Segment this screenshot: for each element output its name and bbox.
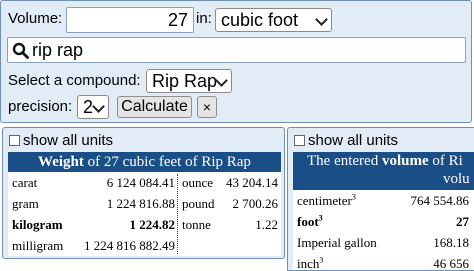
volume-title-bold: volume xyxy=(381,153,429,169)
unit-name: inch xyxy=(297,256,320,271)
unit-value: 168.18 xyxy=(433,235,469,250)
unit-name: centimeter xyxy=(297,193,352,208)
unit-value: 1.22 xyxy=(255,217,278,232)
unit-exponent: 3 xyxy=(319,255,324,265)
compound-select-value: Rip Rap xyxy=(152,71,218,91)
chevron-down-icon xyxy=(92,100,105,113)
table-row: pound 2 700.26 xyxy=(178,193,281,215)
volume-label: Volume: xyxy=(8,10,63,27)
table-row: centimeter3 764 554.86 xyxy=(293,190,474,212)
weight-title-bold: Weight xyxy=(38,154,84,170)
unit-value: 43 204.14 xyxy=(226,175,278,190)
unit-name: ounce xyxy=(182,175,214,190)
unit-select[interactable]: cubic foot xyxy=(215,8,332,32)
compound-select[interactable]: Rip Rap xyxy=(146,69,232,93)
unit-name: milligram xyxy=(12,238,64,253)
in-label: in: xyxy=(196,10,212,27)
precision-label: precision: xyxy=(8,98,73,115)
calculate-button[interactable]: Calculate xyxy=(117,96,192,118)
volume-input[interactable]: 27 xyxy=(66,7,194,33)
compound-label: Select a compound: xyxy=(8,72,141,89)
weight-results-panel: show all units Weight of 27 cubic feet o… xyxy=(2,127,285,259)
unit-value: 2 700.26 xyxy=(232,196,279,211)
table-row: milligram 1 224 816 882.49 xyxy=(8,235,281,257)
unit-name: pound xyxy=(182,196,215,211)
volume-title-line2: volu xyxy=(443,171,470,187)
show-all-units-label: show all units xyxy=(23,132,114,149)
unit-select-value: cubic foot xyxy=(221,10,299,30)
unit-name: foot xyxy=(297,214,319,229)
unit-name: gram xyxy=(12,196,39,211)
show-all-units-volume[interactable]: show all units xyxy=(294,132,398,150)
unit-name: kilogram xyxy=(12,217,63,232)
calculator-form: Volume: 27 in: cubic foot rip rap Select… xyxy=(0,0,472,123)
table-row: tonne 1.22 xyxy=(178,214,281,236)
unit-value: 1 224 816.88 xyxy=(106,196,175,211)
table-row: foot3 27 xyxy=(293,211,474,233)
precision-select-value: 2 xyxy=(83,97,94,117)
precision-select[interactable]: 2 xyxy=(77,95,109,119)
table-row: inch3 46 656 xyxy=(293,253,474,271)
volume-results-panel: show all units The entered volume of Ri … xyxy=(287,127,474,271)
volume-title-pre: The entered xyxy=(307,153,382,169)
show-all-units-checkbox[interactable] xyxy=(9,135,20,146)
table-row: Imperial gallon 168.18 xyxy=(293,232,474,254)
unit-name: tonne xyxy=(182,217,211,232)
unit-value: 1 224.82 xyxy=(129,217,176,232)
clear-button[interactable]: × xyxy=(197,96,217,118)
unit-name: carat xyxy=(12,175,38,190)
weight-title-rest: of 27 cubic feet of Rip Rap xyxy=(83,154,251,170)
unit-exponent: 3 xyxy=(351,192,356,202)
volume-table-title: The entered volume of Ri volu xyxy=(293,152,474,190)
unit-value: 46 656 xyxy=(433,256,469,271)
unit-value: 1 224 816 882.49 xyxy=(84,238,175,253)
unit-name: Imperial gallon xyxy=(297,235,377,250)
search-icon xyxy=(12,42,29,59)
search-input[interactable]: rip rap xyxy=(7,37,466,63)
show-all-units-weight[interactable]: show all units xyxy=(9,132,113,150)
weight-table-title: Weight of 27 cubic feet of Rip Rap xyxy=(8,152,281,172)
weight-table: carat 6 124 084.41 gram 1 224 816.88 kil… xyxy=(8,172,281,256)
unit-value: 27 xyxy=(456,214,469,229)
unit-value: 764 554.86 xyxy=(410,193,470,208)
search-input-value: rip rap xyxy=(32,40,84,60)
chevron-down-icon xyxy=(215,74,228,87)
unit-exponent: 3 xyxy=(318,213,323,223)
show-all-units-label: show all units xyxy=(308,132,399,149)
table-row: ounce 43 204.14 xyxy=(178,172,281,194)
volume-table: centimeter3 764 554.86 foot3 27 Imperial… xyxy=(293,190,474,271)
unit-value: 6 124 084.41 xyxy=(106,175,175,190)
volume-title-post: of Ri xyxy=(428,153,463,169)
volume-input-value: 27 xyxy=(167,10,188,30)
show-all-units-checkbox[interactable] xyxy=(294,135,305,146)
chevron-down-icon xyxy=(315,13,328,26)
